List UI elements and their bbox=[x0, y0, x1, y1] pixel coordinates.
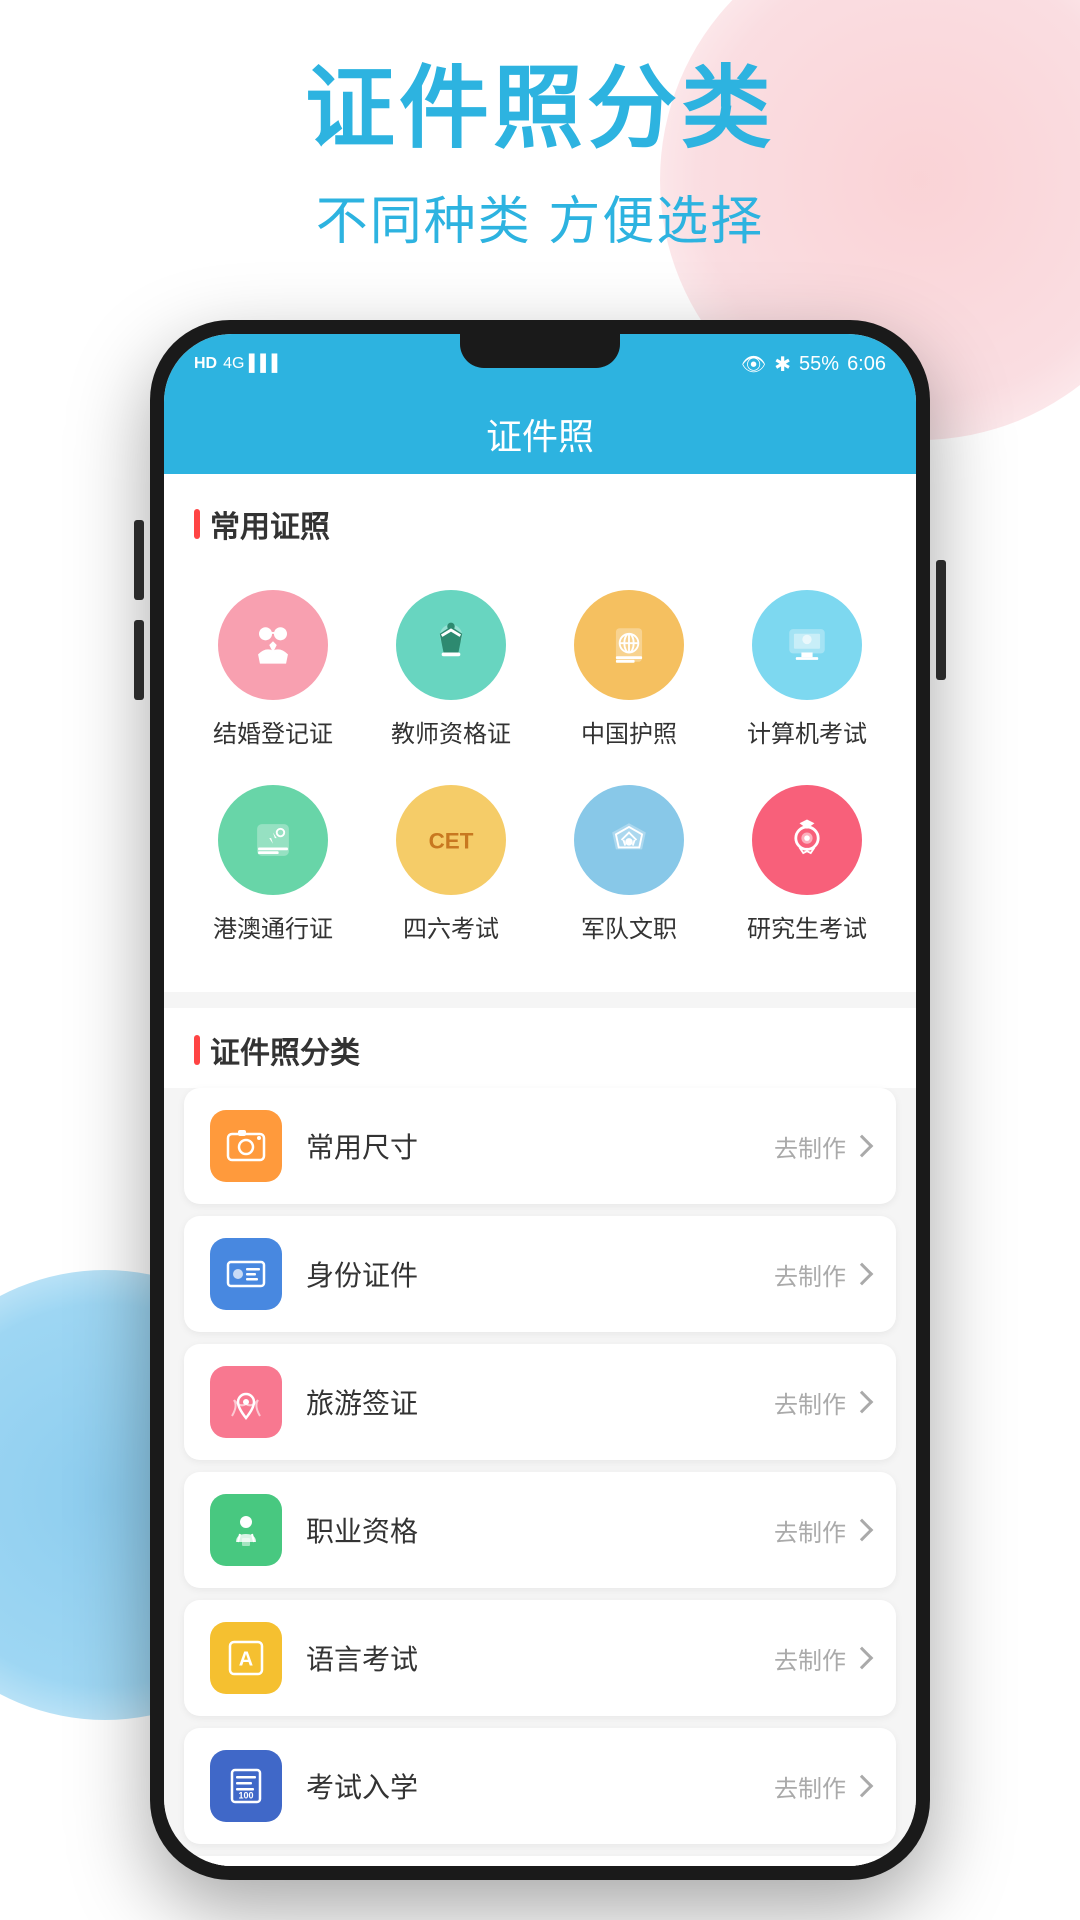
status-right: 👁 ✱ 55% 6:06 bbox=[741, 352, 886, 377]
cet-label: 四六考试 bbox=[403, 909, 499, 944]
graduate-label: 研究生考试 bbox=[747, 909, 867, 944]
passport-icon bbox=[601, 617, 657, 673]
travel-icon-box bbox=[210, 1366, 282, 1438]
chevron-icon bbox=[851, 1775, 874, 1798]
teacher-icon bbox=[423, 617, 479, 673]
graduate-icon bbox=[779, 812, 835, 868]
list-item[interactable]: 教师资格证 bbox=[362, 572, 540, 767]
exam-icon: 100 bbox=[224, 1764, 268, 1808]
exam-icon-box: 100 bbox=[210, 1750, 282, 1822]
hkpass-icon bbox=[245, 812, 301, 868]
language-icon: A bbox=[224, 1636, 268, 1680]
hkpass-label: 港澳通行证 bbox=[213, 909, 333, 944]
list-item[interactable]: 研究生考试 bbox=[718, 767, 896, 962]
computer-label: 计算机考试 bbox=[747, 714, 867, 749]
eye-icon: 👁 bbox=[741, 352, 766, 377]
hero-section: 证件照分类 不同种类 方便选择 bbox=[0, 60, 1080, 254]
travel-action[interactable]: 去制作 bbox=[774, 1385, 870, 1420]
power-button bbox=[936, 560, 946, 680]
hd-indicator: HD bbox=[194, 355, 217, 373]
time-display: 6:06 bbox=[847, 353, 886, 376]
status-bar: HD 4G ▌▌▌ 👁 ✱ 55% 6:06 bbox=[164, 334, 916, 394]
list-item[interactable]: 职业资格 去制作 bbox=[184, 1472, 896, 1588]
hero-subtitle: 不同种类 方便选择 bbox=[0, 179, 1080, 254]
list-item[interactable]: 常用尺寸 去制作 bbox=[184, 1088, 896, 1204]
camera-icon bbox=[224, 1124, 268, 1168]
list-item[interactable]: 结婚登记证 bbox=[184, 572, 362, 767]
wedding-icon-circle bbox=[218, 590, 328, 700]
travel-label: 旅游签证 bbox=[306, 1382, 774, 1422]
status-left: HD 4G ▌▌▌ bbox=[194, 355, 283, 373]
computer-icon-circle bbox=[752, 590, 862, 700]
passport-label: 中国护照 bbox=[581, 714, 677, 749]
common-section: 常用证照 bbox=[164, 474, 916, 992]
list-item[interactable]: 中国护照 bbox=[540, 572, 718, 767]
bluetooth-icon: ✱ bbox=[774, 352, 791, 377]
app-header: 证件照 bbox=[164, 394, 916, 474]
list-item[interactable]: 军队文职 bbox=[540, 767, 718, 962]
graduate-icon-circle bbox=[752, 785, 862, 895]
common-icons-grid: 结婚登记证 bbox=[164, 562, 916, 992]
list-item[interactable]: 公务员 去制作 bbox=[184, 1856, 896, 1866]
hkpass-icon-circle bbox=[218, 785, 328, 895]
chevron-icon bbox=[851, 1647, 874, 1670]
computer-icon bbox=[779, 617, 835, 673]
svg-text:A: A bbox=[239, 1648, 253, 1670]
chevron-icon bbox=[851, 1263, 874, 1286]
content-area: 常用证照 bbox=[164, 474, 916, 1866]
phone-screen: HD 4G ▌▌▌ 👁 ✱ 55% 6:06 证件照 bbox=[164, 334, 916, 1866]
list-item[interactable]: A 语言考试 去制作 bbox=[184, 1600, 896, 1716]
volume-down-button bbox=[134, 620, 144, 700]
size-label: 常用尺寸 bbox=[306, 1126, 774, 1166]
chevron-icon bbox=[851, 1135, 874, 1158]
category-section-title: 证件照分类 bbox=[164, 1008, 916, 1088]
military-label: 军队文职 bbox=[581, 909, 677, 944]
cet-icon-circle: CET bbox=[396, 785, 506, 895]
language-action[interactable]: 去制作 bbox=[774, 1641, 870, 1676]
wedding-icon bbox=[245, 617, 301, 673]
app-title: 证件照 bbox=[486, 408, 594, 460]
common-section-title: 常用证照 bbox=[164, 474, 916, 562]
notch bbox=[460, 334, 620, 368]
list-item[interactable]: 计算机考试 bbox=[718, 572, 896, 767]
id-icon-box bbox=[210, 1238, 282, 1310]
exam-action[interactable]: 去制作 bbox=[774, 1769, 870, 1804]
hero-title: 证件照分类 bbox=[0, 60, 1080, 159]
career-icon-box bbox=[210, 1494, 282, 1566]
career-label: 职业资格 bbox=[306, 1510, 774, 1550]
list-item[interactable]: CET 四六考试 bbox=[362, 767, 540, 962]
passport-icon-circle bbox=[574, 590, 684, 700]
svg-text:CET: CET bbox=[429, 829, 474, 854]
career-action[interactable]: 去制作 bbox=[774, 1513, 870, 1548]
size-action[interactable]: 去制作 bbox=[774, 1129, 870, 1164]
military-icon-circle bbox=[574, 785, 684, 895]
teacher-label: 教师资格证 bbox=[391, 714, 511, 749]
list-item[interactable]: 旅游签证 去制作 bbox=[184, 1344, 896, 1460]
list-item[interactable]: 港澳通行证 bbox=[184, 767, 362, 962]
list-item[interactable]: 身份证件 去制作 bbox=[184, 1216, 896, 1332]
cet-icon: CET bbox=[423, 812, 479, 868]
volume-up-button bbox=[134, 520, 144, 600]
id-icon bbox=[224, 1252, 268, 1296]
teacher-icon-circle bbox=[396, 590, 506, 700]
exam-label: 考试入学 bbox=[306, 1766, 774, 1806]
phone-wrapper: HD 4G ▌▌▌ 👁 ✱ 55% 6:06 证件照 bbox=[150, 320, 930, 1880]
chevron-icon bbox=[851, 1391, 874, 1414]
career-icon bbox=[224, 1508, 268, 1552]
battery-indicator: 55% bbox=[799, 353, 839, 376]
chevron-icon bbox=[851, 1519, 874, 1542]
phone-outer: HD 4G ▌▌▌ 👁 ✱ 55% 6:06 证件照 bbox=[150, 320, 930, 1880]
id-label: 身份证件 bbox=[306, 1254, 774, 1294]
language-label: 语言考试 bbox=[306, 1638, 774, 1678]
camera-icon-box bbox=[210, 1110, 282, 1182]
wedding-label: 结婚登记证 bbox=[213, 714, 333, 749]
signal-indicator: 4G ▌▌▌ bbox=[223, 355, 283, 373]
military-icon bbox=[601, 812, 657, 868]
id-action[interactable]: 去制作 bbox=[774, 1257, 870, 1292]
svg-text:100: 100 bbox=[238, 1790, 253, 1800]
travel-icon bbox=[224, 1380, 268, 1424]
list-item[interactable]: 100 考试入学 去制作 bbox=[184, 1728, 896, 1844]
category-section: 证件照分类 常用尺寸 bbox=[164, 1008, 916, 1866]
language-icon-box: A bbox=[210, 1622, 282, 1694]
